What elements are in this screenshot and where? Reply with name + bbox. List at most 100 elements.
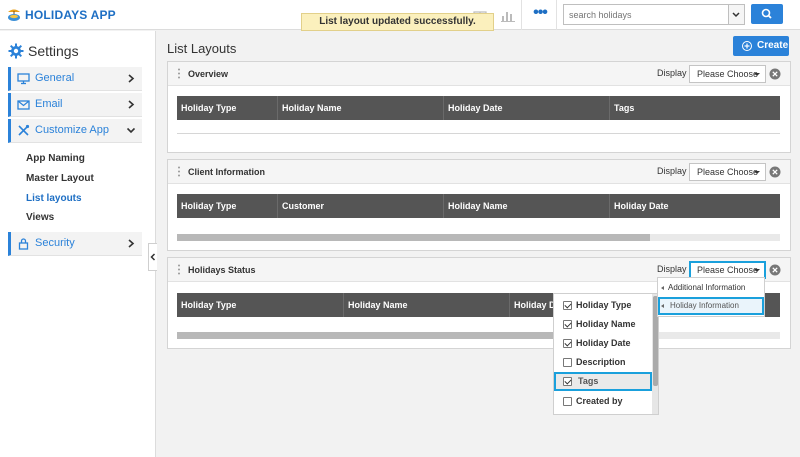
bar-chart-icon[interactable] <box>500 7 516 23</box>
create-button[interactable]: Create <box>733 36 789 56</box>
envelope-icon <box>17 100 30 110</box>
column-option-holiday-type[interactable]: Holiday Type <box>554 296 652 315</box>
app-title[interactable]: HOLIDAYS APP <box>25 8 116 22</box>
tools-icon <box>18 124 30 136</box>
checkbox-checked[interactable] <box>563 377 572 386</box>
lock-icon <box>18 238 29 250</box>
checkbox-unchecked[interactable] <box>563 358 572 367</box>
page-title: List Layouts <box>167 41 237 56</box>
scrollbar-thumb[interactable] <box>177 332 553 339</box>
column-option-label: Description <box>576 357 626 367</box>
panel-header: Overview Display Please Choose <box>168 62 790 86</box>
column-option-label: Tags <box>578 376 599 386</box>
table-header: Holiday Type Customer Holiday Name Holid… <box>177 194 780 218</box>
close-icon[interactable] <box>769 166 781 178</box>
search-input[interactable] <box>564 5 728 24</box>
panel-title: Overview <box>188 69 229 79</box>
display-option-additional-information[interactable]: Additional Information <box>658 279 764 297</box>
column-header[interactable]: Holiday Name <box>343 293 509 317</box>
sidebar-subitem-app-naming[interactable]: App Naming <box>26 153 85 164</box>
sidebar-item-security[interactable]: Security <box>8 232 142 256</box>
search-box[interactable] <box>563 4 745 25</box>
display-label: Display <box>657 68 687 78</box>
search-filter-dropdown[interactable] <box>728 5 744 24</box>
create-button-label: Create <box>757 40 789 51</box>
display-dropdown-menu: Additional Information Holiday Informati… <box>657 277 765 317</box>
horizontal-scrollbar[interactable] <box>177 234 780 241</box>
column-header[interactable]: Holiday Type <box>177 293 343 317</box>
chevron-right-icon <box>128 239 135 248</box>
chevron-right-icon <box>128 100 135 109</box>
chevron-right-icon <box>128 74 135 83</box>
panel-header: Client Information Display Please Choose <box>168 160 790 184</box>
display-dropdown-value: Please Choose <box>697 167 759 177</box>
table-header: Holiday Type Holiday Name Holiday Date T… <box>177 96 780 120</box>
column-header[interactable]: Customer <box>277 194 443 218</box>
column-header[interactable]: Tags <box>609 96 780 120</box>
column-option-label: Created by <box>576 396 623 406</box>
layout-panel-overview: Overview Display Please Choose Holiday T… <box>167 61 791 153</box>
sidebar-subitem-views[interactable]: Views <box>26 212 54 223</box>
checkbox-checked[interactable] <box>563 320 572 329</box>
sidebar-item-general[interactable]: General <box>8 67 142 91</box>
close-icon[interactable] <box>769 68 781 80</box>
layout-panel-client-information: Client Information Display Please Choose… <box>167 159 791 251</box>
display-option-holiday-information[interactable]: Holiday Information <box>658 297 764 315</box>
sidebar: Settings General Email Customize App App… <box>0 31 156 457</box>
holiday-app-logo-icon <box>8 9 20 21</box>
sidebar-subitem-list-layouts[interactable]: List layouts <box>26 193 82 204</box>
column-option-holiday-name[interactable]: Holiday Name <box>554 315 652 334</box>
chevron-down-icon <box>732 12 740 18</box>
column-header[interactable]: Holiday Date <box>609 194 780 218</box>
drag-handle-icon[interactable] <box>177 264 181 275</box>
search-icon <box>761 8 772 19</box>
column-option-tags[interactable]: Tags <box>554 372 652 391</box>
checkbox-checked[interactable] <box>563 339 572 348</box>
sidebar-item-label: Email <box>35 98 63 110</box>
caret-left-icon <box>661 286 664 290</box>
display-label: Display <box>657 264 687 274</box>
drag-handle-icon[interactable] <box>177 166 181 177</box>
column-header[interactable]: Holiday Name <box>277 96 443 120</box>
caret-down-icon <box>754 171 760 174</box>
column-header[interactable]: Holiday Name <box>443 194 609 218</box>
horizontal-scrollbar[interactable] <box>177 332 780 339</box>
column-header[interactable]: Holiday Type <box>177 96 277 120</box>
sidebar-item-label: General <box>35 72 75 84</box>
more-dots-icon[interactable]: ••• <box>528 5 552 25</box>
column-option-created-by[interactable]: Created by <box>554 392 652 411</box>
option-label: Holiday Information <box>670 301 739 310</box>
caret-down-icon <box>754 269 760 272</box>
search-button[interactable] <box>751 4 783 24</box>
column-header[interactable]: Holiday Date <box>443 96 609 120</box>
sidebar-item-customize-app[interactable]: Customize App <box>8 119 142 143</box>
sidebar-item-label: Customize App <box>35 124 109 136</box>
sidebar-subitem-master-layout[interactable]: Master Layout <box>26 173 94 184</box>
column-option-label: Holiday Type <box>576 300 632 310</box>
column-picker-menu: Holiday Type Holiday Name Holiday Date D… <box>553 293 659 415</box>
option-label: Additional Information <box>668 283 746 292</box>
drag-handle-icon[interactable] <box>177 68 181 79</box>
gear-icon <box>8 43 24 59</box>
sidebar-item-email[interactable]: Email <box>8 93 142 117</box>
sidebar-collapse-toggle[interactable] <box>148 243 157 271</box>
checkbox-unchecked[interactable] <box>563 397 572 406</box>
caret-left-icon <box>661 304 664 308</box>
scrollbar-thumb[interactable] <box>177 234 650 241</box>
column-option-holiday-date[interactable]: Holiday Date <box>554 334 652 353</box>
table-body <box>177 133 780 134</box>
display-dropdown-value: Please Choose <box>697 69 759 79</box>
column-option-description[interactable]: Description <box>554 353 652 372</box>
topbar-divider <box>556 0 557 30</box>
display-label: Display <box>657 166 687 176</box>
display-dropdown-value: Please Choose <box>697 265 759 275</box>
chevron-left-icon <box>150 253 156 261</box>
column-option-label: Holiday Name <box>576 319 636 329</box>
close-icon[interactable] <box>769 264 781 276</box>
display-dropdown[interactable]: Please Choose <box>689 65 766 83</box>
checkbox-checked[interactable] <box>563 301 572 310</box>
panel-title: Client Information <box>188 167 265 177</box>
column-header[interactable]: Holiday Type <box>177 194 277 218</box>
panel-title: Holidays Status <box>188 265 256 275</box>
display-dropdown[interactable]: Please Choose <box>689 163 766 181</box>
